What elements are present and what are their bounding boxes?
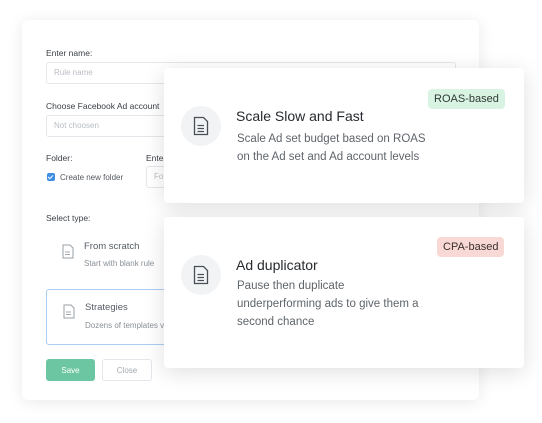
feature-description: Pause then duplicate underperforming ads… (237, 277, 419, 331)
type-title: From scratch (84, 241, 140, 252)
document-icon (193, 265, 209, 285)
type-subtitle: Dozens of templates v (85, 321, 165, 330)
feature-icon (181, 255, 221, 295)
description-line: Scale Ad set budget based on ROAS (237, 133, 426, 145)
type-subtitle: Start with blank rule (84, 259, 155, 268)
feature-title: Scale Slow and Fast (236, 108, 364, 124)
description-line: Pause then duplicate (237, 280, 345, 292)
roas-badge: ROAS-based (428, 89, 505, 109)
type-label: Select type: (46, 213, 91, 223)
description-line: on the Ad set and Ad account levels (237, 151, 420, 163)
name-label: Enter name: (46, 48, 93, 58)
type-title: Strategies (85, 302, 128, 313)
feature-card-cpa[interactable]: Ad duplicator Pause then duplicate under… (164, 217, 524, 368)
document-icon (63, 304, 75, 319)
document-icon (62, 244, 74, 259)
folder-label: Folder: (46, 153, 73, 163)
create-folder-checkbox[interactable] (47, 173, 55, 181)
save-button[interactable]: Save (46, 359, 95, 381)
cpa-badge: CPA-based (437, 237, 505, 257)
feature-card-roas[interactable]: Scale Slow and Fast Scale Ad set budget … (164, 68, 524, 203)
feature-title: Ad duplicator (236, 257, 318, 273)
feature-description: Scale Ad set budget based on ROAS on the… (237, 130, 426, 166)
create-folder-label: Create new folder (60, 173, 124, 182)
document-icon (193, 116, 209, 136)
feature-icon (181, 106, 221, 146)
description-line: underperforming ads to give them a (237, 298, 419, 310)
folder-name-label: Ente (146, 153, 164, 163)
description-line: second chance (237, 316, 315, 328)
account-label: Choose Facebook Ad account (46, 101, 160, 111)
close-button[interactable]: Close (102, 359, 152, 381)
